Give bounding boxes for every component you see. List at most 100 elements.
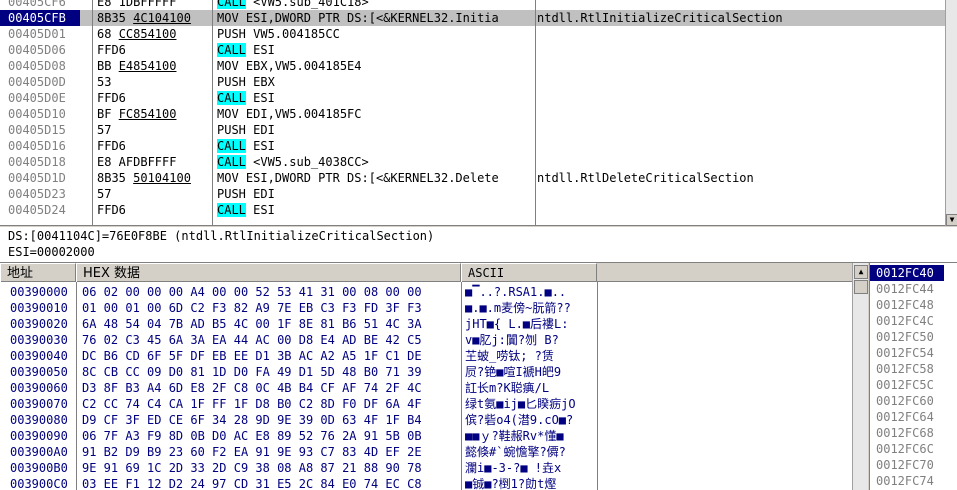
- dump-scrollbar[interactable]: ▲: [852, 263, 868, 490]
- disasm-row[interactable]: 00405D0D 53 PUSH EBX: [0, 74, 945, 90]
- disasm-address: 00405D24: [8, 203, 66, 217]
- disasm-row[interactable]: 00405D06 FFD6 CALL ESI: [0, 42, 945, 58]
- disasm-row[interactable]: 00405D01 68 CC854100 PUSH VW5.004185CC: [0, 26, 945, 42]
- scroll-down-arrow-icon[interactable]: ▼: [946, 214, 957, 226]
- disasm-row[interactable]: 00405D10 BF FC854100 MOV EDI,VW5.004185FC: [0, 106, 945, 122]
- disasm-row[interactable]: 00405CFB 8B35 4C104100 MOV ESI,DWORD PTR D…: [0, 10, 945, 26]
- stack-pane[interactable]: 0012FC40 0012FC44 0012FC48 0012FC4C 0012FC50…: [869, 263, 957, 490]
- dump-header-hex[interactable]: HEX 数据: [76, 263, 461, 282]
- dump-row[interactable]: 00390000 06 02 00 00 00 A4 00 00 52 53 41…: [0, 284, 868, 300]
- dump-ascii: ■铖■?椡1?勆t熞: [465, 477, 557, 490]
- stack-address[interactable]: 0012FC40: [870, 265, 944, 281]
- dump-row[interactable]: 00390010 01 00 01 00 6D C2 F3 82 A9 7E EB…: [0, 300, 868, 316]
- disasm-instruction: MOV ESI,DWORD PTR DS:[<&KERNEL32.Initia: [217, 10, 535, 26]
- disasm-address: 00405D10: [8, 107, 66, 121]
- dump-row[interactable]: 00390070 C2 CC 74 C4 CA 1F FF 1F D8 B0 C2…: [0, 396, 868, 412]
- stack-address[interactable]: 0012FC5C: [870, 377, 957, 393]
- disasm-instruction: CALL ESI: [217, 202, 535, 218]
- dump-row[interactable]: 00390020 6A 48 54 04 7B AD B5 4C 00 1F 8E…: [0, 316, 868, 332]
- dump-address: 00390090: [10, 429, 68, 443]
- disasm-hex-operand: 4C104100: [133, 11, 191, 25]
- disasm-row[interactable]: 00405D1D 8B35 50104100 MOV ESI,DWORD PTR D…: [0, 170, 945, 186]
- disasm-hex-bytes: 8B35: [97, 11, 134, 25]
- disasm-address: 00405D16: [8, 139, 66, 153]
- disasm-hex-operand: E4854100: [118, 59, 177, 73]
- dump-row[interactable]: 00390090 06 7F A3 F9 8D 0B D0 AC E8 89 52…: [0, 428, 868, 444]
- stack-address[interactable]: 0012FC48: [870, 297, 957, 313]
- stack-address[interactable]: 0012FC44: [870, 281, 957, 297]
- dump-row[interactable]: 003900C0 03 EE F1 12 D2 24 97 CD 31 E5 2C…: [0, 476, 868, 490]
- dump-row[interactable]: 00390080 D9 CF 3F ED CE 6F 34 28 9D 9E 39…: [0, 412, 868, 428]
- disasm-hex: 8B35 50104100: [97, 170, 212, 186]
- disasm-hex: FFD6: [97, 138, 212, 154]
- disasm-hex: BB E4854100: [97, 58, 212, 74]
- column-divider[interactable]: [92, 0, 93, 225]
- disasm-comment: [537, 0, 945, 10]
- disasm-hex: 57: [97, 186, 212, 202]
- dump-hex-bytes: 91 B2 D9 B9 23 60 F2 EA 91 9E 93 C7 83 4…: [82, 445, 422, 459]
- dump-address: 00390000: [10, 285, 68, 299]
- disasm-row[interactable]: 00405D24 FFD6 CALL ESI: [0, 202, 945, 218]
- stack-address[interactable]: 0012FC68: [870, 425, 957, 441]
- disasm-hex: E8 AFDBFFFF: [97, 154, 212, 170]
- column-divider[interactable]: [535, 0, 536, 225]
- dump-row[interactable]: 00390040 DC B6 CD 6F 5F DF EB EE D1 3B AC…: [0, 348, 868, 364]
- disasm-instruction: PUSH EBX: [217, 74, 535, 90]
- dump-ascii: ■▔..?.RSA1.■..: [465, 285, 567, 299]
- stack-address[interactable]: 0012FC54: [870, 345, 957, 361]
- stack-address[interactable]: 0012FC74: [870, 473, 957, 489]
- instruction-text: PUSH EBX: [217, 75, 275, 89]
- disasm-hex-operand: FC854100: [118, 107, 177, 121]
- dump-ascii: 芏蚾_唠钛; ?赁: [465, 349, 554, 363]
- disasm-comment: [537, 42, 945, 58]
- stack-address[interactable]: 0012FC50: [870, 329, 957, 345]
- disasm-row[interactable]: 00405D16 FFD6 CALL ESI: [0, 138, 945, 154]
- disasm-row[interactable]: 00405D0E FFD6 CALL ESI: [0, 90, 945, 106]
- disasm-hex-bytes: BB: [97, 59, 119, 73]
- disassembly-scrollbar[interactable]: ▼: [945, 0, 957, 226]
- disasm-row[interactable]: 00405D18 E8 AFDBFFFF CALL <VW5.sub_4038CC>: [0, 154, 945, 170]
- stack-address[interactable]: 0012FC64: [870, 409, 957, 425]
- disasm-row[interactable]: 00405D15 57 PUSH EDI: [0, 122, 945, 138]
- disasm-hex: E8 1DBFFFFF: [97, 0, 212, 10]
- disasm-row[interactable]: 00405CF6 E8 1DBFFFFF CALL <VW5.sub_401C18>: [0, 0, 945, 10]
- disasm-hex-bytes: 53: [97, 75, 112, 89]
- disasm-hex-bytes: E8 AFDBFFFF: [97, 155, 177, 169]
- disasm-row[interactable]: 00405D23 57 PUSH EDI: [0, 186, 945, 202]
- scroll-up-arrow-icon[interactable]: ▲: [854, 265, 868, 279]
- instruction-text: <VW5.sub_4038CC>: [245, 155, 369, 169]
- dump-ascii: 绿t氨■ij■匕睽疬jO: [465, 397, 576, 411]
- dump-row[interactable]: 00390030 76 02 C3 45 6A 3A EA 44 AC 00 D8…: [0, 332, 868, 348]
- stack-address[interactable]: 0012FC6C: [870, 441, 957, 457]
- dump-row[interactable]: 003900B0 9E 91 69 1C 2D 33 2D C9 38 08 A8…: [0, 460, 868, 476]
- dump-address: 003900C0: [10, 477, 68, 490]
- stack-address[interactable]: 0012FC70: [870, 457, 957, 473]
- disasm-hex-operand: CC854100: [118, 27, 177, 41]
- stack-address[interactable]: 0012FC4C: [870, 313, 957, 329]
- hex-dump-pane[interactable]: 地址 HEX 数据 ASCII 00390000 06 02 00 00 00 A…: [0, 263, 868, 490]
- disasm-address: 00405D0E: [8, 91, 66, 105]
- call-keyword: CALL: [217, 203, 246, 217]
- dump-header-address[interactable]: 地址: [0, 263, 76, 282]
- column-divider[interactable]: [212, 0, 213, 225]
- disasm-hex-bytes: FFD6: [97, 203, 126, 217]
- dump-ascii: 屃?铯■喧I褫H皅9: [465, 365, 562, 379]
- disasm-instruction: CALL <VW5.sub_4038CC>: [217, 154, 535, 170]
- stack-address[interactable]: 0012FC58: [870, 361, 957, 377]
- instruction-text: ESI: [245, 203, 275, 217]
- dump-row[interactable]: 00390060 D3 8F B3 A4 6D E8 2F C8 0C 4B B4…: [0, 380, 868, 396]
- disasm-hex-bytes: 8B35: [97, 171, 134, 185]
- scroll-thumb[interactable]: [854, 280, 868, 294]
- dump-address: 00390010: [10, 301, 68, 315]
- disasm-hex: FFD6: [97, 202, 212, 218]
- dump-address: 00390060: [10, 381, 68, 395]
- instruction-text: MOV EBX,VW5.004185E4: [217, 59, 362, 73]
- disasm-hex-bytes: 57: [97, 187, 112, 201]
- stack-address[interactable]: 0012FC60: [870, 393, 957, 409]
- dump-row[interactable]: 003900A0 91 B2 D9 B9 23 60 F2 EA 91 9E 93…: [0, 444, 868, 460]
- dump-address: 00390050: [10, 365, 68, 379]
- disassembly-pane[interactable]: 00405CF6 E8 1DBFFFFF CALL <VW5.sub_401C18>…: [0, 0, 945, 226]
- dump-row[interactable]: 00390050 8C CB CC 09 D0 81 1D D0 FA 49 D1…: [0, 364, 868, 380]
- disasm-row[interactable]: 00405D08 BB E4854100 MOV EBX,VW5.004185E4: [0, 58, 945, 74]
- dump-header-ascii[interactable]: ASCII: [461, 263, 597, 282]
